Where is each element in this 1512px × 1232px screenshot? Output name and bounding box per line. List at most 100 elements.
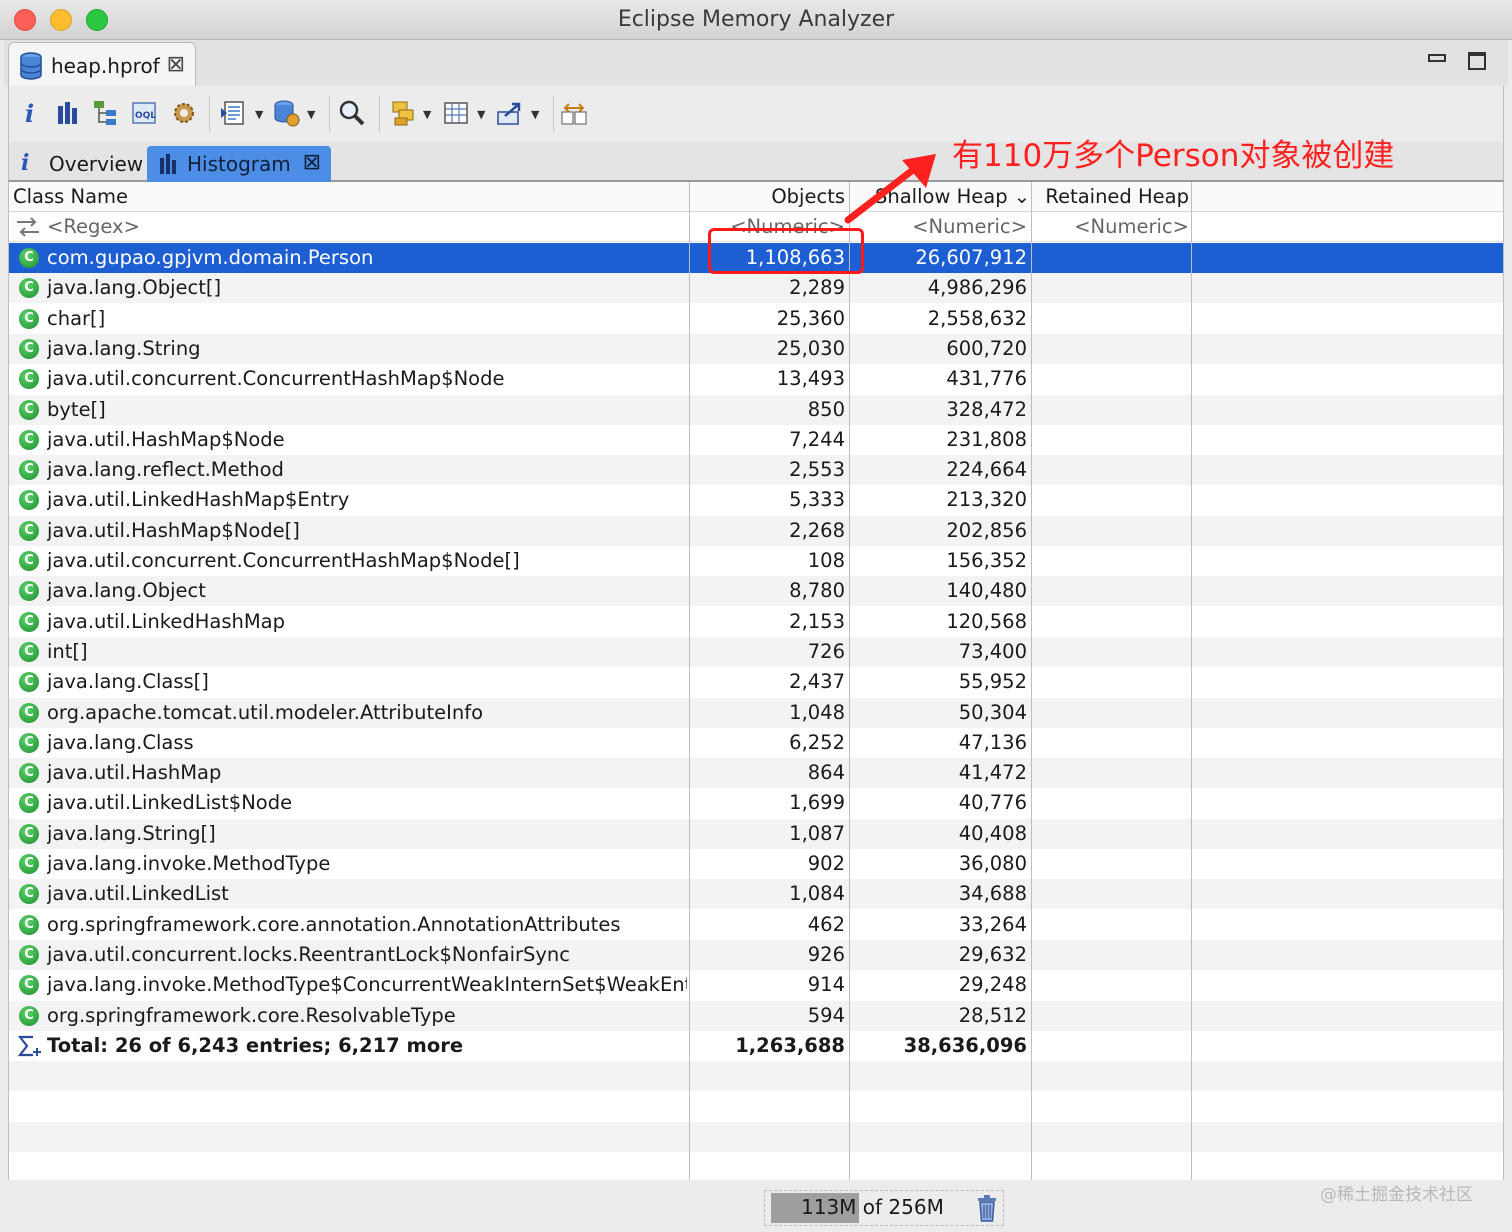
class-icon: C (19, 248, 39, 268)
table-row[interactable]: Cjava.util.HashMap$Node[] 2,268 202,856 (9, 515, 1503, 546)
objects-cell: 726 (807, 639, 845, 663)
open-query-browser-icon[interactable] (219, 98, 249, 128)
search-icon[interactable] (337, 98, 367, 128)
table-row[interactable]: Cbyte[] 850 328,472 (9, 394, 1503, 425)
shallow-heap-cell: 120,568 (946, 609, 1027, 633)
objects-cell: 5,333 (789, 488, 845, 512)
table-row[interactable]: Cjava.util.concurrent.locks.ReentrantLoc… (9, 939, 1503, 970)
editor-tab-label: heap.hprof (51, 54, 160, 78)
close-tab-icon[interactable]: ⊠ (167, 54, 185, 76)
compare-icon[interactable] (559, 98, 589, 128)
retained-heap-cell (1033, 425, 1189, 455)
maximize-view-icon[interactable] (1468, 52, 1486, 70)
tab-histogram[interactable]: Histogram ⊠ (147, 146, 331, 182)
table-row[interactable]: Cjava.lang.invoke.MethodType$ConcurrentW… (9, 970, 1503, 1000)
sort-chevron-icon: ⌄ (1008, 185, 1027, 208)
info-icon: i (21, 150, 30, 176)
table-row[interactable]: Corg.apache.tomcat.util.modeler.Attribut… (9, 697, 1503, 728)
copy-icon[interactable] (441, 98, 471, 128)
table-row[interactable]: Cjava.lang.Object[] 2,289 4,986,296 (9, 273, 1503, 304)
oql-icon[interactable]: OQL (129, 98, 159, 128)
table-row[interactable]: Cjava.util.LinkedList$Node 1,699 40,776 (9, 788, 1503, 818)
class-icon: C (19, 1005, 39, 1026)
class-icon: C (19, 914, 39, 935)
retained-heap-cell (1033, 970, 1189, 1000)
dominator-tree-icon[interactable] (91, 98, 121, 128)
close-tab-icon[interactable]: ⊠ (303, 152, 321, 174)
thread-overview-icon[interactable] (169, 98, 199, 128)
class-icon: C (19, 338, 39, 359)
column-header-objects[interactable]: Objects (691, 182, 845, 212)
objects-cell: 25,030 (776, 336, 845, 360)
chevron-down-icon[interactable]: ▼ (423, 108, 431, 121)
annotation-arrow (844, 154, 936, 224)
objects-cell: 462 (807, 912, 845, 936)
table-row[interactable]: Cjava.util.LinkedHashMap$Entry 5,333 213,3… (9, 485, 1503, 515)
table-row[interactable]: Cjava.util.LinkedList 1,084 34,688 (9, 879, 1503, 910)
info-icon[interactable]: i (15, 98, 45, 128)
table-row[interactable]: Cjava.lang.reflect.Method 2,553 224,664 (9, 455, 1503, 486)
histogram-icon[interactable] (53, 98, 83, 128)
table-row[interactable]: Cjava.lang.String[] 1,087 40,408 (9, 818, 1503, 849)
shallow-heap-cell: 28,512 (958, 1003, 1027, 1027)
watermark: @稀土掘金技术社区 (1320, 1185, 1473, 1205)
retained-heap-cell (1033, 879, 1189, 909)
tab-overview[interactable]: i Overview (9, 146, 145, 182)
editor-tab-heap[interactable]: heap.hprof ⊠ (8, 42, 196, 86)
minimize-view-icon[interactable] (1428, 54, 1446, 62)
table-row[interactable]: Cjava.util.concurrent.ConcurrentHashMap$… (9, 364, 1503, 394)
retained-heap-cell (1033, 819, 1189, 849)
retained-filter-input[interactable]: <Numeric> (1033, 212, 1189, 242)
class-icon: C (19, 490, 39, 511)
heap-status[interactable]: 113M of 256M (764, 1190, 1004, 1226)
table-row[interactable]: Cjava.lang.Class 6,252 47,136 (9, 728, 1503, 758)
objects-cell: 108 (807, 549, 845, 572)
objects-cell: 926 (807, 942, 845, 966)
table-row[interactable]: Cjava.util.concurrent.ConcurrentHashMap$… (9, 546, 1503, 576)
table-row[interactable]: Cjava.util.HashMap 864 41,472 (9, 758, 1503, 789)
table-row[interactable]: Cint[] 726 73,400 (9, 636, 1503, 667)
class-name-cell: org.apache.tomcat.util.modeler.Attribute… (47, 700, 484, 724)
retained-heap-cell (1033, 485, 1189, 515)
chevron-down-icon[interactable]: ▼ (531, 108, 539, 121)
shallow-heap-cell: 224,664 (946, 458, 1027, 482)
shallow-heap-cell: 140,480 (946, 579, 1027, 603)
shallow-heap-cell: 73,400 (958, 639, 1027, 663)
retained-heap-cell (1033, 364, 1189, 394)
objects-cell: 1,084 (789, 882, 845, 906)
chevron-down-icon[interactable]: ▼ (255, 108, 263, 121)
toolbar-separator (209, 96, 210, 132)
column-header-retained-heap[interactable]: Retained Heap (1033, 182, 1189, 212)
empty-row (9, 1061, 1503, 1092)
column-divider (849, 182, 850, 1180)
calculate-retained-icon[interactable] (389, 98, 419, 128)
class-name-cell: java.util.HashMap$Node[] (47, 518, 300, 542)
table-row[interactable]: Cjava.lang.Class[] 2,437 55,952 (9, 667, 1503, 697)
export-icon[interactable] (495, 98, 525, 128)
shallow-heap-cell: 231,808 (946, 427, 1027, 451)
retained-heap-cell (1033, 273, 1189, 303)
group-result-icon[interactable] (271, 98, 301, 128)
table-row[interactable]: Corg.springframework.core.annotation.Ann… (9, 910, 1503, 940)
column-header-class-name[interactable]: Class Name (13, 182, 653, 212)
chevron-down-icon[interactable]: ▼ (477, 108, 485, 121)
histogram-table: Class Name Objects Shallow Heap ⌄ Retain… (8, 182, 1504, 1180)
class-icon: C (19, 672, 39, 693)
objects-cell: 1,048 (789, 700, 845, 724)
table-row[interactable]: Cchar[] 25,360 2,558,632 (9, 304, 1503, 334)
column-divider (689, 182, 690, 1180)
class-name-cell: java.lang.reflect.Method (47, 458, 284, 482)
table-row[interactable]: Cjava.util.HashMap$Node 7,244 231,808 (9, 425, 1503, 455)
chevron-down-icon[interactable]: ▼ (307, 108, 315, 121)
table-row[interactable]: Cjava.util.LinkedHashMap 2,153 120,568 (9, 607, 1503, 637)
table-row[interactable]: Corg.springframework.core.ResolvableType… (9, 1000, 1503, 1031)
retained-heap-cell (1033, 667, 1189, 697)
regex-filter-input[interactable]: <Regex> (47, 212, 687, 242)
class-name-cell: java.util.concurrent.ConcurrentHashMap$N… (47, 549, 520, 572)
trash-icon[interactable] (975, 1193, 999, 1223)
class-icon: C (19, 429, 39, 450)
retained-heap-cell (1033, 576, 1189, 606)
table-row[interactable]: Cjava.lang.invoke.MethodType 902 36,080 (9, 849, 1503, 879)
table-row[interactable]: Cjava.lang.Object 8,780 140,480 (9, 576, 1503, 607)
table-row[interactable]: Cjava.lang.String 25,030 600,720 (9, 333, 1503, 364)
